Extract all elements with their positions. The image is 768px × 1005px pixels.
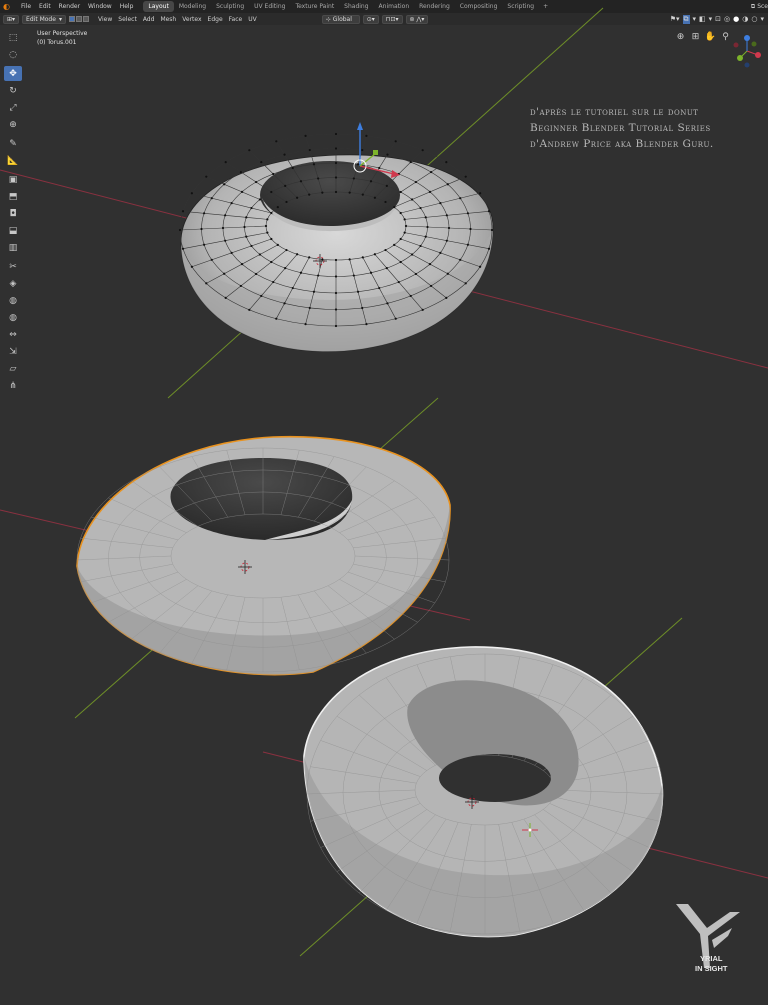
annotate-icon[interactable]: ✎: [4, 136, 22, 151]
shear-icon[interactable]: ▱: [4, 361, 22, 376]
watermark-line-1: YRIAL: [700, 954, 723, 963]
rotate-icon[interactable]: ↻: [4, 83, 22, 98]
pan-hand-icon[interactable]: ✋: [705, 31, 716, 42]
credit-line-3: d'Andrew Price aka Blender Guru.: [530, 138, 714, 150]
spin-icon[interactable]: ◍: [4, 293, 22, 308]
cursor-icon[interactable]: ◌: [4, 47, 22, 62]
measure-icon[interactable]: 📐: [4, 153, 22, 168]
bevel-icon[interactable]: ⬓: [4, 223, 22, 238]
credit-text: d'après le tutoriel sur le donut Beginne…: [530, 104, 714, 152]
grid-icon[interactable]: ⊞: [690, 31, 701, 42]
watermark-line-2: IN SIGHT: [695, 964, 728, 973]
perspective-label: User Perspective: [37, 30, 88, 37]
knife-icon[interactable]: ✂: [4, 259, 22, 274]
select-box-icon[interactable]: ⬚: [4, 30, 22, 45]
smooth-icon[interactable]: ◍: [4, 310, 22, 325]
rip-icon[interactable]: ⋔: [4, 378, 22, 393]
add-cube-icon[interactable]: ▣: [4, 172, 22, 187]
poly-build-icon[interactable]: ◈: [4, 276, 22, 291]
edge-slide-icon[interactable]: ⇔: [4, 327, 22, 342]
extrude-icon[interactable]: ⬒: [4, 189, 22, 204]
navigation-controls: ⊕ ⊞ ✋ ⚲: [675, 31, 731, 42]
torus-selected[interactable]: [76, 435, 451, 676]
watermark-text: YRIAL IN SIGHT: [695, 954, 728, 974]
credit-line-2: Beginner Blender Tutorial Series: [530, 122, 711, 134]
tool-shelf: ⬚ ◌ ✥ ↻ ⤢ ⊕ ✎ 📐 ▣ ⬒ ◘ ⬓ ▥ ✂ ◈ ◍ ◍ ⇔ ⇲ ▱ ⋔: [4, 30, 22, 395]
scale-icon[interactable]: ⤢: [4, 100, 22, 115]
move-icon[interactable]: ✥: [4, 66, 22, 81]
inset-icon[interactable]: ◘: [4, 206, 22, 221]
transform-icon[interactable]: ⊕: [4, 117, 22, 132]
torus-edit-mode[interactable]: [178, 122, 494, 352]
viewport-info: User Perspective (0) Torus.001: [37, 29, 87, 47]
navigation-gizmo[interactable]: [728, 32, 766, 70]
shrink-icon[interactable]: ⇲: [4, 344, 22, 359]
credit-line-1: d'après le tutoriel sur le donut: [530, 106, 699, 118]
active-object-label: (0) Torus.001: [37, 39, 77, 46]
loop-cut-icon[interactable]: ▥: [4, 240, 22, 255]
camera-view-icon[interactable]: ⊕: [675, 31, 686, 42]
torus-active[interactable]: [303, 646, 664, 938]
